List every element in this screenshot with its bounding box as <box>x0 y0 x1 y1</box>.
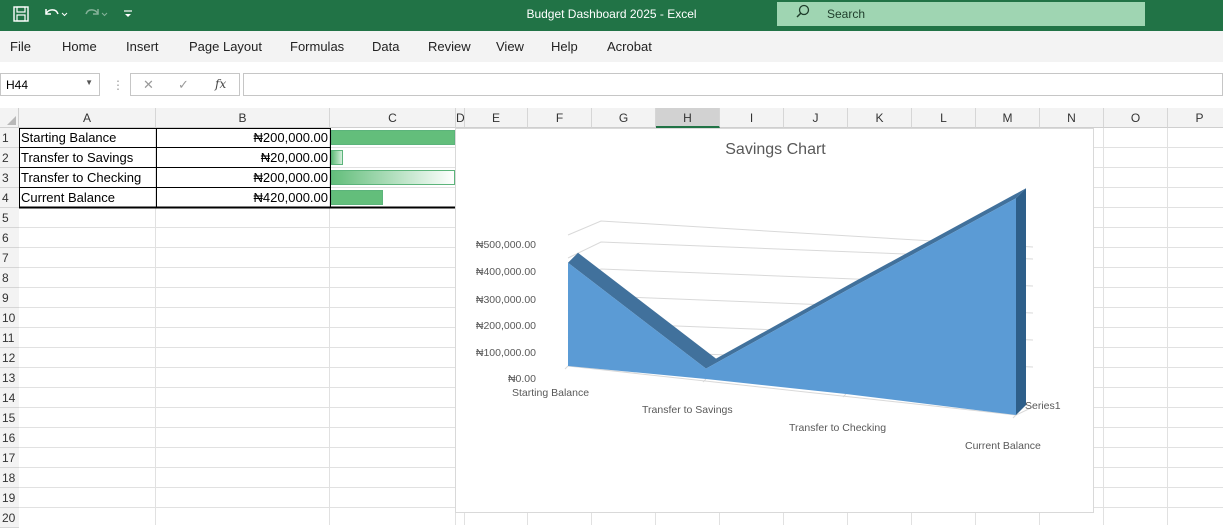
row-header-9[interactable]: 9 <box>0 288 19 308</box>
formula-bar: H44 ▼ ⋮ ✕ ✓ fx <box>0 62 1223 106</box>
cell-value[interactable]: ₦200,000.00 <box>156 168 330 188</box>
column-header-m[interactable]: M <box>976 108 1040 128</box>
column-header-h[interactable]: H <box>656 108 720 128</box>
row-header-2[interactable]: 2 <box>0 148 19 168</box>
x-category-label: Transfer to Checking <box>789 422 887 434</box>
ribbon-tabs: File Home Insert Page Layout Formulas Da… <box>0 31 1223 63</box>
title-bar: Budget Dashboard 2025 - Excel Search <box>0 0 1223 31</box>
tab-help[interactable]: Help <box>551 39 578 54</box>
search-icon <box>795 4 811 24</box>
column-header-b[interactable]: B <box>156 108 330 128</box>
tab-review[interactable]: Review <box>428 39 471 54</box>
formula-input[interactable] <box>243 73 1223 96</box>
column-header-e[interactable]: E <box>465 108 528 128</box>
area-side-face <box>1016 188 1026 415</box>
x-category-label: Starting Balance <box>512 387 590 399</box>
y-tick-label: ₦100,000.00 <box>475 347 536 359</box>
column-header-l[interactable]: L <box>912 108 976 128</box>
row-header-18[interactable]: 18 <box>0 468 19 488</box>
y-tick-label: ₦300,000.00 <box>475 294 536 306</box>
cell-label[interactable]: Starting Balance <box>19 128 156 148</box>
column-header-k[interactable]: K <box>848 108 912 128</box>
column-header-c[interactable]: C <box>330 108 456 128</box>
name-box[interactable]: H44 ▼ <box>0 73 100 96</box>
search-placeholder: Search <box>827 7 866 21</box>
insert-function-icon[interactable]: fx <box>215 77 226 91</box>
column-header-n[interactable]: N <box>1040 108 1104 128</box>
cell-value[interactable]: ₦420,000.00 <box>156 188 330 208</box>
row-header-14[interactable]: 14 <box>0 388 19 408</box>
row-header-11[interactable]: 11 <box>0 328 19 348</box>
y-tick-label: ₦500,000.00 <box>475 239 536 251</box>
column-header-g[interactable]: G <box>592 108 656 128</box>
data-bar <box>331 170 455 185</box>
savings-chart[interactable]: Savings Chart ₦0.00 ₦100,000.00 ₦200,000.0… <box>455 128 1094 513</box>
column-header-p[interactable]: P <box>1168 108 1223 128</box>
row-header-3[interactable]: 3 <box>0 168 19 188</box>
column-header-a[interactable]: A <box>19 108 156 128</box>
chevron-down-icon[interactable]: ▼ <box>85 78 93 87</box>
data-bar <box>331 130 455 145</box>
row-header-12[interactable]: 12 <box>0 348 19 368</box>
search-box[interactable]: Search <box>777 2 1145 26</box>
cell-value[interactable]: ₦200,000.00 <box>156 128 330 148</box>
row-header-16[interactable]: 16 <box>0 428 19 448</box>
formula-buttons: ✕ ✓ fx <box>130 73 240 96</box>
column-header-f[interactable]: F <box>528 108 592 128</box>
column-header-j[interactable]: J <box>784 108 848 128</box>
tab-page-layout[interactable]: Page Layout <box>189 39 262 54</box>
x-category-label: Current Balance <box>965 440 1041 452</box>
tab-file[interactable]: File <box>10 39 31 54</box>
enter-icon[interactable]: ✓ <box>178 77 189 93</box>
cancel-icon[interactable]: ✕ <box>143 77 154 93</box>
cell-label[interactable]: Current Balance <box>19 188 156 208</box>
x-category-label: Transfer to Savings <box>642 404 733 416</box>
row-header-20[interactable]: 20 <box>0 508 19 528</box>
row-header-4[interactable]: 4 <box>0 188 19 208</box>
series-label: Series1 <box>1025 400 1061 412</box>
row-header-8[interactable]: 8 <box>0 268 19 288</box>
row-header-17[interactable]: 17 <box>0 448 19 468</box>
row-header-19[interactable]: 19 <box>0 488 19 508</box>
tab-formulas[interactable]: Formulas <box>290 39 344 54</box>
column-header-i[interactable]: I <box>720 108 784 128</box>
row-header-1[interactable]: 1 <box>0 128 19 148</box>
row-header-13[interactable]: 13 <box>0 368 19 388</box>
select-all-corner[interactable] <box>0 108 19 128</box>
y-tick-label: ₦400,000.00 <box>475 266 536 278</box>
name-box-value: H44 <box>6 78 29 92</box>
row-header-6[interactable]: 6 <box>0 228 19 248</box>
row-header-10[interactable]: 10 <box>0 308 19 328</box>
tab-acrobat[interactable]: Acrobat <box>607 39 652 54</box>
row-header-15[interactable]: 15 <box>0 408 19 428</box>
row-header-5[interactable]: 5 <box>0 208 19 228</box>
cell-label[interactable]: Transfer to Savings <box>19 148 156 168</box>
tab-data[interactable]: Data <box>372 39 399 54</box>
column-header-d[interactable]: D <box>456 108 465 128</box>
y-tick-label: ₦200,000.00 <box>475 320 536 332</box>
y-tick-label: ₦0.00 <box>507 373 536 385</box>
tab-insert[interactable]: Insert <box>126 39 159 54</box>
row-header-7[interactable]: 7 <box>0 248 19 268</box>
data-bar <box>331 150 343 165</box>
tab-home[interactable]: Home <box>62 39 97 54</box>
tab-view[interactable]: View <box>496 39 524 54</box>
more-options-icon: ⋮ <box>112 78 124 92</box>
cell-label[interactable]: Transfer to Checking <box>19 168 156 188</box>
cell-value[interactable]: ₦20,000.00 <box>156 148 330 168</box>
data-bar <box>331 190 383 205</box>
column-header-o[interactable]: O <box>1104 108 1168 128</box>
